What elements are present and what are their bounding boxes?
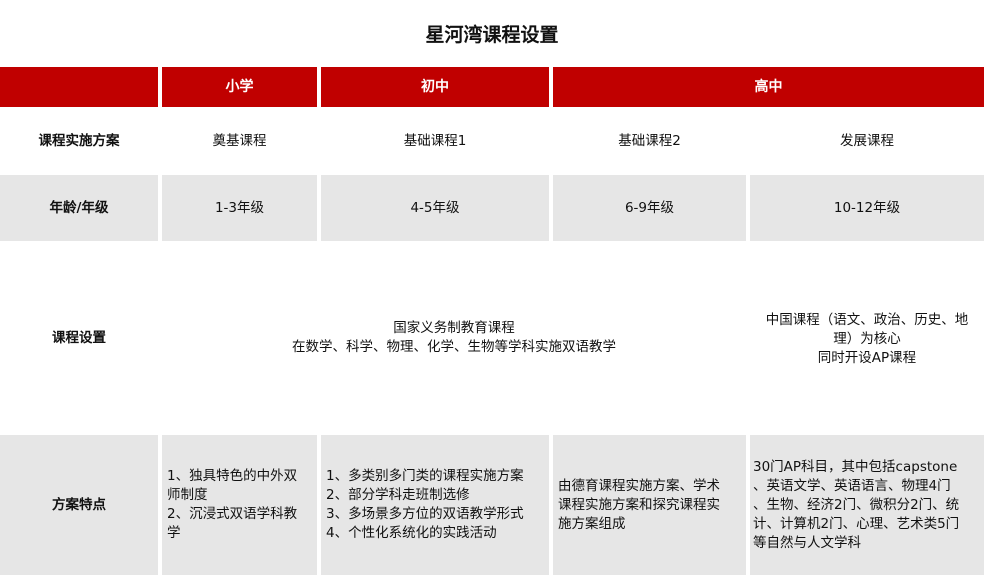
text-line: 师制度 <box>167 487 208 503</box>
text-line: 国家义务制教育课程 <box>393 320 515 336</box>
text-line: 等自然与人文学科 <box>753 534 861 551</box>
header-primary: 小学 <box>162 67 317 107</box>
text-line: 同时开设AP课程 <box>817 350 917 366</box>
course-table: 星河湾课程设置 小学 初中 高中 课程实施方案 奠基课程 基础课程1 基础课程2… <box>0 0 984 575</box>
age-cell: 4-5年级 <box>321 175 549 241</box>
features-cell: 30门AP科目，其中包括capstone 、英语文学、英语语言、物理4门 、生物… <box>750 435 984 575</box>
plan-cell: 基础课程2 <box>618 132 681 149</box>
row-label-age: 年龄/年级 <box>0 175 158 241</box>
row-label-courses: 课程设置 <box>52 329 106 346</box>
text-line: 在数学、科学、物理、化学、生物等学科实施双语教学 <box>292 339 616 355</box>
features-cell: 1、独具特色的中外双 师制度 2、沉浸式双语学科教 学 <box>162 435 317 575</box>
age-cell: 1-3年级 <box>162 175 317 241</box>
text-line: 计、计算机2门、心理、艺术类5门 <box>753 515 960 532</box>
text-line: 2、部分学科走班制选修 <box>326 487 470 503</box>
text-line: 30门AP科目，其中包括capstone <box>753 458 958 475</box>
row-label-features: 方案特点 <box>0 435 158 575</box>
age-cell: 10-12年级 <box>750 175 984 241</box>
courses-high-cell: 中国课程（语文、政治、历史、地 理）为核心 同时开设AP课程 <box>750 244 984 432</box>
text-line: 学 <box>167 525 181 541</box>
text-line: 、英语文学、英语语言、物理4门 <box>753 477 951 494</box>
features-cell: 1、多类别多门类的课程实施方案 2、部分学科走班制选修 3、多场景多方位的双语教… <box>321 435 549 575</box>
courses-merged-cell: 国家义务制教育课程 在数学、科学、物理、化学、生物等学科实施双语教学 <box>162 244 746 432</box>
row-label-plan: 课程实施方案 <box>38 132 120 149</box>
header-high: 高中 <box>553 67 984 107</box>
text-line: 施方案组成 <box>558 515 626 532</box>
page-title: 星河湾课程设置 <box>425 23 559 46</box>
text-line: 中国课程（语文、政治、历史、地 <box>765 312 969 328</box>
text-line: 课程实施方案和探究课程实 <box>558 496 720 513</box>
plan-cell: 基础课程1 <box>403 132 467 149</box>
plan-cell: 奠基课程 <box>212 132 267 149</box>
text-line: 2、沉浸式双语学科教 <box>167 506 298 522</box>
text-line: 4、个性化系统化的实践活动 <box>326 525 497 541</box>
features-cell: 由德育课程实施方案、学术 课程实施方案和探究课程实 施方案组成 <box>553 435 746 575</box>
text-line: 1、多类别多门类的课程实施方案 <box>326 468 524 484</box>
text-line: 理）为核心 <box>833 331 901 347</box>
plan-cell: 发展课程 <box>840 132 894 149</box>
text-line: 3、多场景多方位的双语教学形式 <box>326 506 524 522</box>
header-middle: 初中 <box>321 67 549 107</box>
header-blank <box>0 67 158 107</box>
text-line: 1、独具特色的中外双 <box>167 468 298 484</box>
text-line: 、生物、经济2门、微积分2门、统 <box>753 496 960 513</box>
age-cell: 6-9年级 <box>553 175 746 241</box>
text-line: 由德育课程实施方案、学术 <box>558 477 720 494</box>
